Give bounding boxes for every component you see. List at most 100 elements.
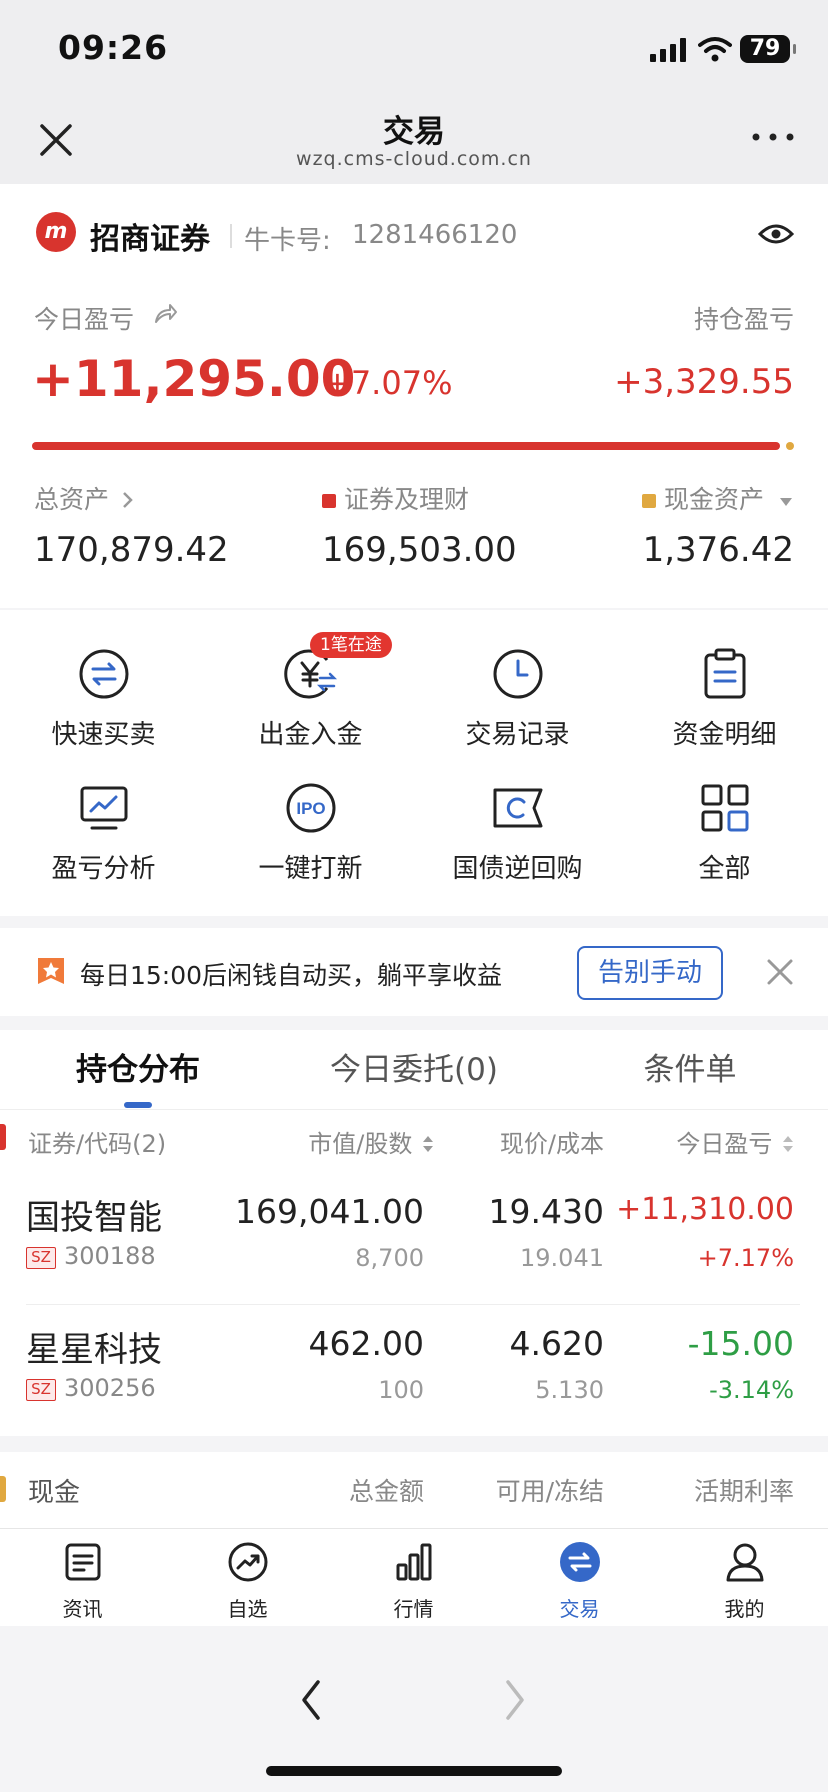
monitor-chart-icon <box>80 786 128 830</box>
promo-text: 每日15:00后闲钱自动买，躺平享收益 <box>80 961 503 990</box>
securities-ratio-bar <box>32 442 780 450</box>
sort-icon <box>423 1136 433 1152</box>
cash-header-name: 现金 <box>28 1478 81 1508</box>
securities-section-marker <box>0 1124 6 1150</box>
quick-actions: 快速买卖 出金入金 交易记录 资金明细 盈亏分析 IPO 一键打新 国债逆回购 … <box>0 610 828 916</box>
chevron-right-icon <box>123 492 133 508</box>
broker-logo: m <box>36 212 76 252</box>
header-pnl: 今日盈亏 <box>676 1130 773 1158</box>
today-pnl-percent: -3.14% <box>709 1376 794 1404</box>
trade-records[interactable]: 交易记录 <box>414 610 621 750</box>
total-assets-value: 170,879.42 <box>34 530 229 570</box>
promo-banner: 每日15:00后闲钱自动买，躺平享收益 告别手动 <box>0 928 828 1016</box>
pnl-analysis[interactable]: 盈亏分析 <box>0 744 207 884</box>
today-pnl-label: 今日盈亏 <box>34 305 135 334</box>
grid-icon <box>701 784 749 832</box>
today-pnl-amount: +11,295.00 <box>32 350 356 408</box>
header-price: 现价/成本 <box>499 1130 604 1158</box>
all-functions[interactable]: 全部 <box>621 744 828 884</box>
close-icon[interactable] <box>766 958 794 986</box>
page-url: wzq.cms-cloud.com.cn <box>296 148 532 170</box>
tab-conditional-orders[interactable]: 条件单 <box>552 1044 828 1089</box>
star-bookmark-icon <box>38 958 64 984</box>
today-pnl-percent: +7.17% <box>697 1244 794 1272</box>
swap-circle-icon <box>79 649 129 699</box>
forward-arrow-icon[interactable] <box>502 1678 528 1722</box>
reverse-repo[interactable]: 国债逆回购 <box>414 744 621 884</box>
sort-icon <box>783 1136 793 1152</box>
tab-label: 我的 <box>724 1597 765 1621</box>
quick-action-label: 全部 <box>698 854 751 884</box>
person-icon <box>726 1543 764 1582</box>
ipo-subscribe[interactable]: IPO 一键打新 <box>207 744 414 884</box>
news-icon <box>65 1543 101 1581</box>
cost-price: 5.130 <box>535 1376 604 1404</box>
fund-details[interactable]: 资金明细 <box>621 610 828 750</box>
securities-value: 169,503.00 <box>322 530 517 570</box>
securities-label-group: 证券及理财 <box>322 480 469 516</box>
header-security: 证券/代码(2) <box>28 1130 167 1158</box>
broker-name: 招商证券 <box>90 222 210 257</box>
today-pnl: +11,310.00 <box>616 1192 794 1227</box>
tab-today-orders[interactable]: 今日委托(0) <box>276 1044 552 1089</box>
page-title: 交易 <box>383 114 445 150</box>
cash-assets-value: 1,376.42 <box>642 530 794 570</box>
position-tabs: 持仓分布 今日委托(0) 条件单 <box>0 1030 828 1110</box>
tab-trade[interactable]: 交易 <box>497 1529 662 1627</box>
svg-text:IPO: IPO <box>296 799 325 818</box>
back-arrow-icon[interactable] <box>298 1678 324 1722</box>
more-icon[interactable] <box>748 122 798 152</box>
quick-action-label: 国债逆回购 <box>452 854 583 884</box>
trade-icon <box>560 1542 600 1582</box>
quick-action-label: 盈亏分析 <box>51 854 156 884</box>
cash-header-total: 总金额 <box>348 1477 424 1506</box>
tab-profile[interactable]: 我的 <box>662 1529 827 1627</box>
current-price: 19.430 <box>488 1192 604 1231</box>
stock-code: 300256 <box>64 1374 156 1402</box>
status-time: 09:26 <box>58 28 169 67</box>
status-bar: 09:26 79 <box>0 0 828 92</box>
cost-price: 19.041 <box>520 1244 604 1272</box>
tab-label: 资讯 <box>62 1597 103 1621</box>
card-number-label: 牛卡号: <box>244 226 331 256</box>
table-row[interactable]: 国投智能 SZ 300188 169,041.00 8,700 19.430 19… <box>0 1170 828 1300</box>
market-badge: SZ <box>26 1379 56 1401</box>
cash-section: 现金 总金额 可用/冻结 活期利率 <box>0 1452 828 1528</box>
eye-icon[interactable] <box>758 220 794 248</box>
browser-toolbar <box>0 1626 828 1792</box>
table-row[interactable]: 星星科技 SZ 300256 462.00 100 4.620 5.130 -15… <box>0 1306 828 1436</box>
trend-icon <box>228 1542 268 1582</box>
cash-ratio-bar <box>786 442 794 450</box>
cash-assets-dropdown[interactable]: 现金资产 <box>642 480 794 516</box>
share-icon[interactable] <box>152 300 178 326</box>
header-value-sort[interactable]: 市值/股数 <box>308 1124 434 1159</box>
total-assets-label: 总资产 <box>34 485 110 514</box>
caret-down-icon <box>780 498 792 506</box>
bar-chart-icon <box>396 1543 432 1581</box>
tab-market[interactable]: 行情 <box>331 1529 496 1627</box>
quick-buy-sell[interactable]: 快速买卖 <box>0 610 207 750</box>
tab-holdings[interactable]: 持仓分布 <box>0 1044 276 1089</box>
deposit-withdraw[interactable]: 出金入金 <box>207 610 414 750</box>
wifi-icon <box>698 37 732 62</box>
account-card: m 招商证券 牛卡号: 1281466120 今日盈亏 持仓盈亏 +11,295… <box>0 184 828 608</box>
stock-code-group: SZ 300188 <box>26 1242 156 1270</box>
today-pnl: -15.00 <box>687 1324 794 1363</box>
header-value: 市值/股数 <box>308 1130 413 1158</box>
securities-label: 证券及理财 <box>344 485 470 514</box>
divider <box>230 224 232 248</box>
nav-bar: 交易 wzq.cms-cloud.com.cn <box>0 92 828 184</box>
holdings-table: 证券/代码(2) 市值/股数 现价/成本 今日盈亏 国投智能 SZ 300188 … <box>0 1110 828 1436</box>
promo-action-button[interactable]: 告别手动 <box>577 946 723 1000</box>
cash-header-rate: 活期利率 <box>693 1477 794 1506</box>
tab-watchlist[interactable]: 自选 <box>165 1529 330 1627</box>
cash-legend-icon <box>642 494 657 508</box>
total-assets-link[interactable]: 总资产 <box>34 480 135 516</box>
header-pnl-sort[interactable]: 今日盈亏 <box>676 1124 794 1159</box>
tab-news[interactable]: 资讯 <box>0 1529 165 1627</box>
market-badge: SZ <box>26 1247 56 1269</box>
tab-label: 行情 <box>393 1597 434 1621</box>
quick-action-label: 一键打新 <box>258 854 363 884</box>
ticket-icon <box>493 788 543 828</box>
tab-label: 交易 <box>559 1597 600 1621</box>
